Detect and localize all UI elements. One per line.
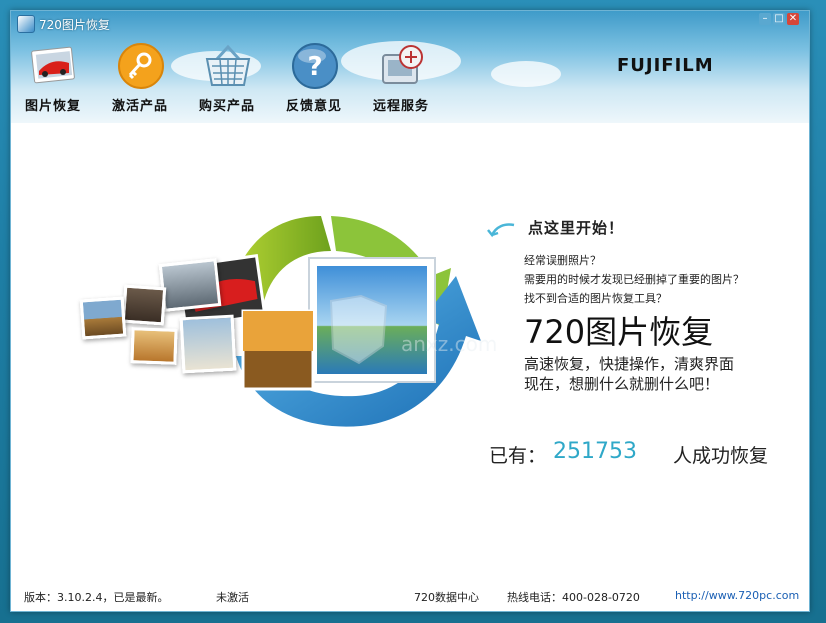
cloud-decoration: [491, 61, 561, 87]
toolbar-feedback[interactable]: ? 反馈意见: [274, 37, 354, 117]
watermark: anxz.com: [311, 291, 521, 375]
close-button[interactable]: ✕: [787, 13, 799, 25]
header: 720图片恢复 – □ ✕ 图片恢复 激活产品 购买产品 ? 反馈意见 远程服务…: [11, 11, 809, 123]
toolbar-buy[interactable]: 购买产品: [187, 37, 267, 117]
toolbar-label: 购买产品: [198, 99, 255, 114]
app-icon: [17, 15, 35, 33]
maximize-button[interactable]: □: [773, 13, 785, 25]
shopping-basket-icon: [203, 41, 253, 91]
arrow-icon: [487, 223, 515, 238]
counter-prefix: 已有：: [489, 445, 547, 467]
data-center-link[interactable]: 720数据中心: [414, 589, 479, 605]
toolbar-label: 远程服务: [372, 99, 429, 114]
question-line: 找不到合适的图片恢复工具？: [524, 292, 667, 305]
question-line: 经常误删照片？: [524, 254, 601, 267]
window-title: 720图片恢复: [39, 18, 110, 32]
toolbar-label: 图片恢复: [24, 99, 81, 114]
lion-photo-thumbnail: [179, 314, 237, 374]
fujifilm-logo: FUJIFILM: [617, 55, 714, 76]
toolbar-activate[interactable]: 激活产品: [100, 37, 180, 117]
photo-recovery-icon: [29, 41, 79, 91]
question-line: 需要用的时候才发现已经删掉了重要的图片？: [524, 273, 744, 286]
car-photo-thumbnail: [158, 258, 222, 312]
minimize-button[interactable]: –: [759, 13, 771, 25]
wheat-photo-thumbnail: [130, 327, 178, 365]
website-link[interactable]: http://www.720pc.com: [675, 589, 799, 602]
description-line: 高速恢复，快捷操作，清爽界面: [524, 355, 735, 373]
recovery-count: 251753: [553, 439, 637, 464]
app-window: 720图片恢复 – □ ✕ 图片恢复 激活产品 购买产品 ? 反馈意见 远程服务…: [10, 10, 810, 612]
toolbar-photo-recovery[interactable]: 图片恢复: [13, 37, 93, 117]
product-title: 720图片恢复: [524, 313, 714, 351]
watermark-text: anxz.com: [401, 332, 497, 356]
photo-thumbnail: [121, 284, 167, 326]
version-status: 版本：3.10.2.4，已是最新。: [24, 591, 169, 604]
toolbar-label: 激活产品: [111, 99, 168, 114]
toolbar-label: 反馈意见: [285, 99, 342, 114]
activation-status[interactable]: 未激活: [216, 589, 249, 605]
toolbar-remote[interactable]: 远程服务: [361, 37, 441, 117]
hotline: 热线电话：400-028-0720: [507, 591, 640, 604]
start-label[interactable]: 点这里开始！: [528, 217, 624, 238]
description-line: 现在，想删什么就删什么吧！: [524, 375, 720, 393]
landscape-photo-thumbnail: [79, 296, 127, 340]
key-icon: [116, 41, 166, 91]
counter-suffix: 人成功恢复: [673, 445, 769, 467]
remote-service-icon: [377, 41, 427, 91]
svg-text:?: ?: [307, 52, 322, 82]
question-icon: ?: [290, 41, 340, 91]
title-bar: 720图片恢复 – □ ✕: [11, 11, 809, 35]
fujifilm-logo-text: FUJIFILM: [617, 55, 714, 76]
